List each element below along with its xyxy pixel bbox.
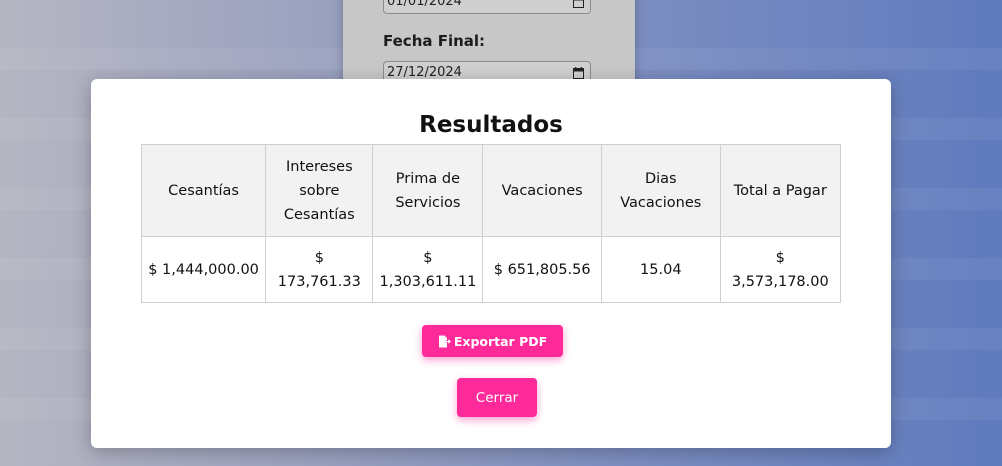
calendar-icon[interactable] — [573, 0, 584, 8]
cell-total: $ 3,573,178.00 — [719, 236, 842, 303]
export-pdf-button[interactable]: Exportar PDF — [422, 325, 563, 357]
file-export-icon — [438, 335, 451, 347]
close-button[interactable]: Cerrar — [457, 378, 537, 417]
end-date-value: 27/12/2024 — [387, 65, 462, 80]
modal-title: Resultados — [419, 112, 563, 138]
table-row: $ 1,444,000.00 $ 173,761.33 $ 1,303,611.… — [140, 236, 842, 303]
header-total: Total a Pagar — [719, 144, 842, 237]
cell-cesantias: $ 1,444,000.00 — [140, 236, 267, 303]
cell-intereses: $ 173,761.33 — [265, 236, 374, 303]
header-dias-vacaciones: Dias Vacaciones — [601, 144, 721, 237]
calendar-icon[interactable] — [573, 67, 584, 79]
start-date-field[interactable]: 01/01/2024 — [383, 0, 591, 14]
start-date-value: 01/01/2024 — [387, 0, 462, 9]
header-prima: Prima de Servicios — [372, 144, 484, 237]
results-modal: Resultados Cesantías Intereses sobre Ces… — [91, 79, 891, 448]
header-intereses: Intereses sobre Cesantías — [265, 144, 374, 237]
header-vacaciones: Vacaciones — [482, 144, 603, 237]
cell-dias-vacaciones: 15.04 — [601, 236, 721, 303]
close-label: Cerrar — [475, 389, 519, 406]
end-date-label: Fecha Final: — [383, 32, 486, 50]
cell-prima: $ 1,303,611.11 — [372, 236, 484, 303]
header-cesantias: Cesantías — [140, 144, 267, 237]
table-header-row: Cesantías Intereses sobre Cesantías Prim… — [140, 144, 842, 237]
cell-vacaciones: $ 651,805.56 — [482, 236, 603, 303]
results-table: Cesantías Intereses sobre Cesantías Prim… — [140, 144, 842, 303]
export-pdf-label: Exportar PDF — [453, 333, 548, 349]
